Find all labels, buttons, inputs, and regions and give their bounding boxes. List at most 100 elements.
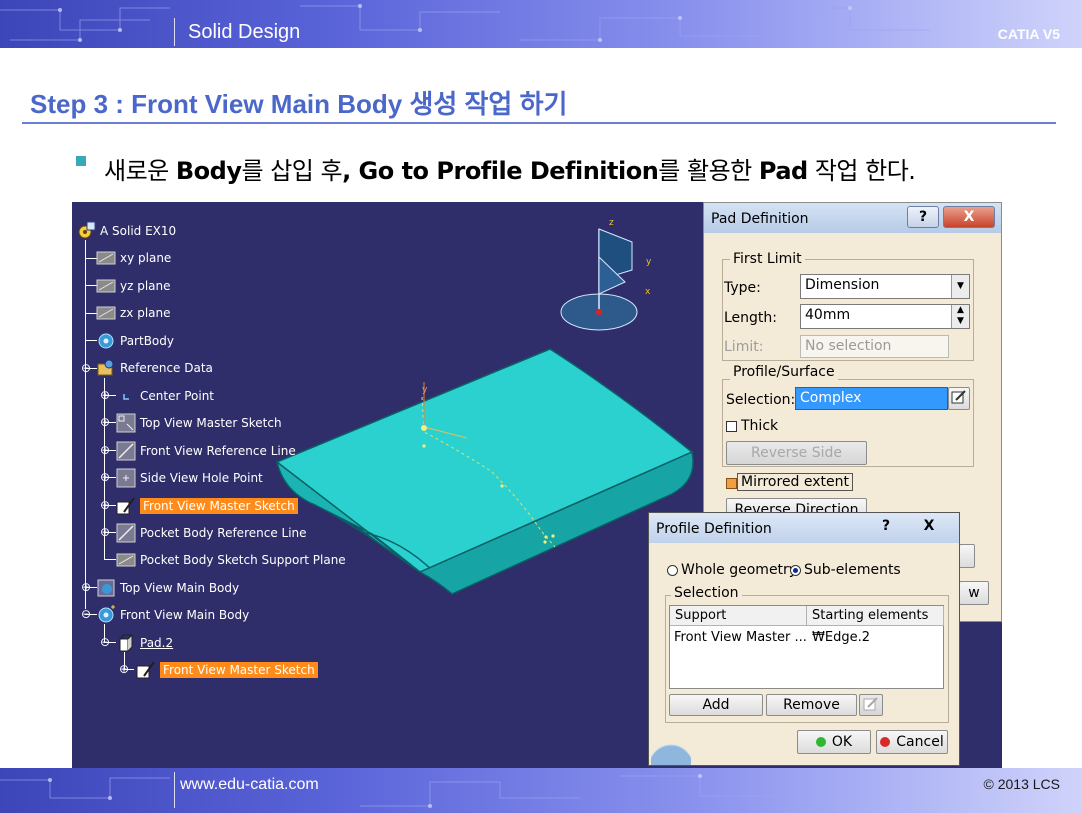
tree-item-pocket-support-plane[interactable]: Pocket Body Sketch Support Plane [116,549,346,571]
tree-item-top-view-main-body[interactable]: Top View Main Body [96,577,239,599]
tree-item-root[interactable]: A Solid EX10 [76,220,176,242]
part-gear-icon [78,221,96,239]
body-icon [97,579,115,597]
tree-item-front-view-main-body[interactable]: Front View Main Body [96,604,249,626]
selection-table[interactable]: Support Starting elements Front View Mas… [669,605,944,689]
partial-button[interactable] [959,544,975,568]
instruction-part: 를 삽입 후 [241,157,343,185]
header-title: Solid Design [188,21,301,43]
tree-item-front-reference-line[interactable]: Front View Reference Line [116,440,296,462]
specification-tree[interactable]: ⊖ ⊕ ⊕ ⊕ ⊕ ⊕ ⊕ ⊕ ⊖ ⊖ ⊕ A Solid EX10 xy pl… [72,202,412,768]
column-header-starting-elements[interactable]: Starting elements [807,606,944,626]
add-button[interactable]: Add [669,694,763,716]
tree-item-partbody[interactable]: PartBody [96,330,174,352]
limit-input: No selection [800,335,949,358]
tree-item-pocket-reference-line[interactable]: Pocket Body Reference Line [116,522,307,544]
expand-icon[interactable]: ⊕ [99,471,111,483]
footer-url[interactable]: www.edu-catia.com [180,776,319,794]
plane-icon [116,553,136,567]
reverse-side-button[interactable]: Reverse Side [726,441,867,465]
remove-button[interactable]: Remove [766,694,857,716]
sketch-edit-icon[interactable] [948,387,970,410]
expand-icon[interactable]: ⊕ [99,389,111,401]
tree-label: Front View Main Body [120,608,250,622]
tree-label: Pocket Body Sketch Support Plane [140,553,346,567]
footer-copyright: © 2013 LCS [983,776,1060,792]
collapse-icon[interactable]: ⊖ [80,362,92,374]
tree-label: zx plane [120,306,171,320]
selection-label: Selection: [726,392,796,408]
instruction-bold: Body [175,157,242,185]
tree-label: Pad.2 [140,636,174,650]
spinner-icon[interactable]: ▲ ▼ [951,305,969,328]
dialog-titlebar[interactable]: Pad Definition ? X [704,203,1001,233]
expand-icon[interactable]: ⊕ [80,581,92,593]
line-icon [116,523,136,543]
chevron-down-icon[interactable]: ▼ [951,275,969,298]
plane-icon [96,251,116,265]
tree-item-yz-plane[interactable]: yz plane [96,275,171,297]
profile-definition-dialog[interactable]: Profile Definition ? X Whole geometry Su… [648,512,960,766]
point-icon [116,468,136,488]
expand-icon[interactable]: ⊕ [99,416,111,428]
tree-item-center-point[interactable]: Center Point [116,385,214,407]
expand-icon[interactable]: ⊕ [99,526,111,538]
sub-elements-radio[interactable] [790,565,801,576]
tree-label-selected: Front View Master Sketch [160,662,318,678]
mirrored-extent-checkbox[interactable] [726,478,737,489]
tree-label: Center Point [140,389,214,403]
expand-icon[interactable]: ⊕ [99,499,111,511]
brand-label: CATIA V5 [997,26,1060,42]
column-header-support[interactable]: Support [670,606,807,626]
dialog-title: Pad Definition [711,211,809,227]
whole-geometry-label: Whole geometry [681,562,798,578]
ok-button[interactable]: OK [797,730,871,754]
whole-geometry-radio[interactable] [667,565,678,576]
help-button[interactable]: ? [871,516,901,538]
type-dropdown[interactable]: Dimension ▼ [800,274,970,299]
length-input[interactable]: 40mm ▲ ▼ [800,304,970,329]
tree-item-reference-data[interactable]: Reference Data [96,357,213,379]
thick-label: Thick [741,418,779,434]
slide-header: Solid Design CATIA V5 [0,0,1082,48]
tree-item-pad[interactable]: Pad.2 [116,632,173,654]
help-button[interactable]: ? [907,206,939,228]
pencil-icon [951,390,966,404]
table-cell-support[interactable]: Front View Master ... [674,630,807,645]
mirrored-extent-label: Mirrored extent [737,473,854,491]
sub-elements-label: Sub-elements [804,562,901,578]
compass-icon[interactable] [560,228,638,331]
cancel-button[interactable]: Cancel [876,730,948,754]
tree-item-front-master-sketch[interactable]: Front View Master Sketch [116,495,298,517]
ok-icon [815,737,826,747]
sketch-edit-icon[interactable] [859,694,883,716]
bullet-square-icon [76,156,86,166]
tree-item-xy-plane[interactable]: xy plane [96,247,171,269]
tree-item-zx-plane[interactable]: zx plane [96,302,171,324]
sketch-icon [136,661,155,679]
collapse-icon[interactable]: ⊖ [80,608,92,620]
dialog-titlebar[interactable]: Profile Definition ? X [649,513,959,543]
point-icon [123,394,129,400]
circuit-pattern [0,774,790,808]
expand-icon[interactable]: ⊕ [99,444,111,456]
instruction-part: 새로운 [104,157,176,185]
close-button[interactable]: X [907,516,951,538]
instruction-bold: Pad [758,157,808,185]
axis-z-label: z [609,218,614,228]
group-title: Selection [671,585,742,601]
table-cell-starting-element[interactable]: ₩Edge.2 [812,630,870,645]
profile-selection-field[interactable]: Complex [795,387,948,410]
preview-button[interactable]: w [959,581,989,605]
type-value: Dimension [805,277,880,293]
tree-item-side-hole-point[interactable]: Side View Hole Point [116,467,263,489]
plane-icon [96,306,116,320]
instruction-part: 를 활용한 [658,157,759,185]
expand-icon[interactable]: ⊕ [118,663,130,675]
sketch-icon [116,413,136,433]
thick-checkbox[interactable] [726,421,737,432]
collapse-icon[interactable]: ⊖ [99,636,111,648]
tree-item-pad-sketch[interactable]: Front View Master Sketch [136,659,318,681]
tree-item-top-sketch[interactable]: Top View Master Sketch [116,412,282,434]
close-button[interactable]: X [943,206,995,228]
